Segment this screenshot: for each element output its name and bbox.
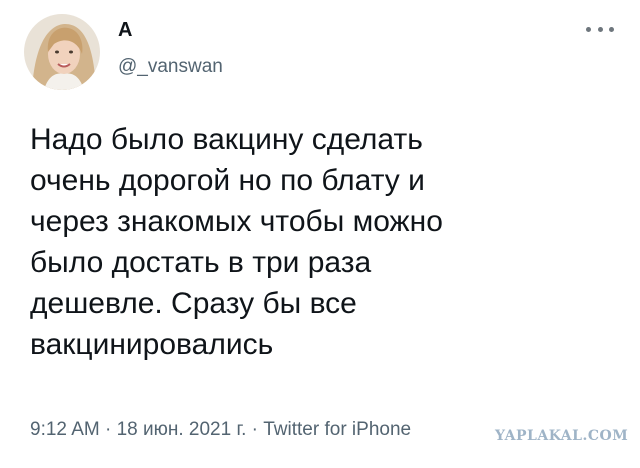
tweet-card: A @_vanswan Надо было вакцину сделать оч… xyxy=(0,0,640,468)
dot-icon xyxy=(586,26,591,32)
tweet-timestamp[interactable]: 9:12 AM · 18 июн. 2021 г. · Twitter for … xyxy=(30,418,411,442)
avatar-image xyxy=(24,14,100,90)
avatar[interactable] xyxy=(24,14,100,90)
dot-icon xyxy=(597,26,603,32)
dot-icon xyxy=(609,26,614,32)
user-handle[interactable]: @_vanswan xyxy=(118,55,223,79)
watermark: YAPLAKAL.COM xyxy=(495,428,629,444)
display-name[interactable]: A xyxy=(118,18,132,42)
tweet-text: Надо было вакцину сделать очень дорогой … xyxy=(30,123,443,361)
more-horizontal-icon[interactable] xyxy=(586,22,614,36)
